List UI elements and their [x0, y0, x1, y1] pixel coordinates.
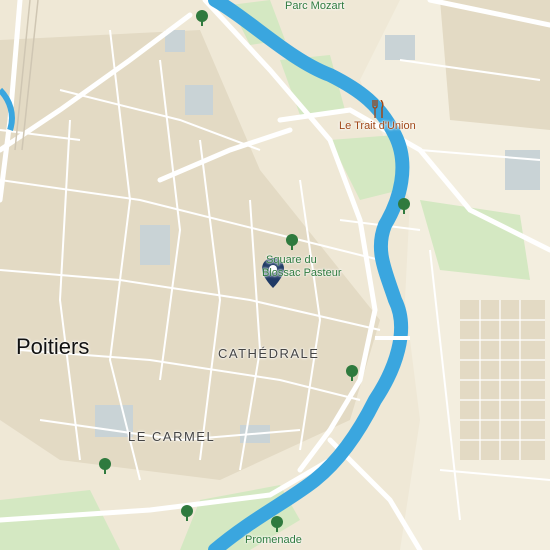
- poi-label-parc-mozart[interactable]: Parc Mozart: [285, 0, 344, 12]
- district-label-cathedrale: CATHÉDRALE: [218, 346, 320, 361]
- poi-label-promenade[interactable]: Promenade: [245, 534, 302, 546]
- poi-label-square-line1[interactable]: Square du: [266, 254, 317, 266]
- tree-icon: [196, 10, 208, 26]
- district-label-le-carmel: LE CARMEL: [128, 429, 216, 444]
- city-label: Poitiers: [16, 334, 90, 359]
- tree-icon: [99, 458, 111, 474]
- restaurant-icon[interactable]: [372, 100, 384, 118]
- tree-icon: [398, 198, 410, 214]
- tree-icon: [286, 234, 298, 250]
- map-canvas[interactable]: Poitiers CATHÉDRALE LE CARMEL Parc Mozar…: [0, 0, 550, 550]
- tree-icon: [271, 516, 283, 532]
- poi-label-le-trait-d-union[interactable]: Le Trait d'Union: [339, 120, 416, 132]
- poi-label-square-line2[interactable]: Blossac Pasteur: [262, 267, 341, 279]
- tree-icon: [346, 365, 358, 381]
- tree-icon: [181, 505, 193, 521]
